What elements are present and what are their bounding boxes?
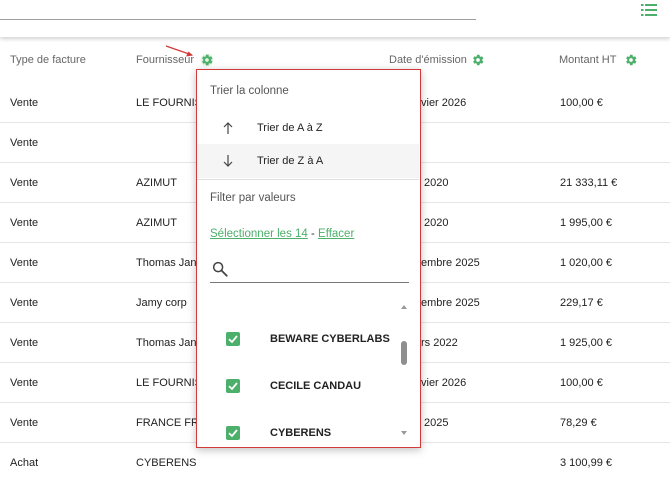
filter-value-item[interactable]: BEWARE CYBERLABS [210,329,400,349]
filter-value-item[interactable]: CECILE CANDAU [210,376,400,396]
invoice-page: Type de facture Fournisseur Date d'émiss… [0,0,670,480]
link-separator: - [307,228,319,240]
cell-type: Vente [10,297,39,309]
cell-amount: 100,00 € [560,97,603,109]
column-filter-popup: Trier la colonne Trier de A à Z Trier de… [196,69,421,448]
cell-supplier: Thomas Jan [136,257,197,269]
cell-date: 2020 [424,217,449,229]
search-underline[interactable] [0,19,476,20]
checkbox-checked[interactable] [226,332,240,346]
cell-type: Vente [10,257,39,269]
search-icon [212,261,228,277]
list-icon[interactable] [641,4,657,16]
filter-actions: Sélectionner les 14 - Effacer [210,228,354,240]
arrow-up-icon [223,122,233,134]
cell-type: Vente [10,377,39,389]
filter-value-label: BEWARE CYBERLABS [270,333,390,345]
sort-asc-option[interactable]: Trier de A à Z [197,111,419,145]
cell-date: embre 2025 [421,297,480,309]
filter-value-label: CECILE CANDAU [270,380,362,392]
cell-supplier: LE FOURNIS [136,97,203,109]
sort-desc-option[interactable]: Trier de Z à A [197,144,419,178]
cell-supplier: LE FOURNIS [136,377,203,389]
scroll-down-icon[interactable] [400,429,408,437]
table-row[interactable]: Achat CYBERENS 3 100,99 € [0,443,670,480]
cell-date: embre 2025 [421,257,480,269]
select-all-link[interactable]: Sélectionner les 14 [210,228,308,240]
filter-value-item[interactable]: CYBERENS [210,423,400,440]
cell-supplier: AZIMUT [136,177,177,189]
cell-amount: 1 925,00 € [560,337,612,349]
gear-icon[interactable] [624,53,638,67]
cell-date: 2025 [424,417,449,429]
header-date: Date d'émission [389,54,467,66]
scrollbar[interactable] [400,303,408,437]
cell-supplier: Thomas Jan [136,337,197,349]
cell-supplier: Jamy corp [136,297,187,309]
annotation-arrow [165,45,193,57]
cell-supplier: CYBERENS [136,457,197,469]
cell-date: vier 2026 [421,377,467,389]
cell-amount: 1 995,00 € [560,217,612,229]
check-icon [228,429,238,438]
cell-type: Vente [10,137,39,149]
cell-type: Vente [10,177,39,189]
divider [197,179,419,180]
top-bar [0,0,670,37]
cell-amount: 229,17 € [560,297,603,309]
cell-type: Achat [10,457,39,469]
cell-amount: 1 020,00 € [560,257,612,269]
header-amount: Montant HT [559,54,617,66]
check-icon [228,335,238,344]
cell-type: Vente [10,417,39,429]
arrow-down-icon [223,155,233,167]
filter-search [210,256,409,283]
gear-icon[interactable] [200,53,214,67]
check-icon [228,382,238,391]
filter-values-list: BEWARE CYBERLABS CECILE CANDAU CYBERENS [210,303,409,440]
sort-asc-label: Trier de A à Z [257,122,323,134]
cell-type: Vente [10,337,39,349]
filter-value-label: CYBERENS [270,427,332,439]
checkbox-checked[interactable] [226,379,240,393]
cell-date: 2020 [424,177,449,189]
cell-amount: 3 100,99 € [560,457,612,469]
cell-type: Vente [10,97,39,109]
filter-search-input[interactable] [236,259,406,281]
cell-amount: 78,29 € [560,417,597,429]
cell-supplier: AZIMUT [136,217,177,229]
sort-section-title: Trier la colonne [210,85,289,97]
checkbox-checked[interactable] [226,426,240,440]
clear-link[interactable]: Effacer [318,228,354,240]
scrollbar-thumb[interactable] [401,341,407,365]
cell-amount: 21 333,11 € [560,177,618,189]
gear-icon[interactable] [471,53,485,67]
cell-date: rs 2022 [421,337,458,349]
cell-date: vier 2026 [421,97,467,109]
scroll-up-icon[interactable] [400,303,408,311]
header-type: Type de facture [10,54,86,66]
cell-type: Vente [10,217,39,229]
cell-amount: 100,00 € [560,377,603,389]
sort-desc-label: Trier de Z à A [257,155,324,167]
filter-section-title: Filter par valeurs [210,192,296,204]
